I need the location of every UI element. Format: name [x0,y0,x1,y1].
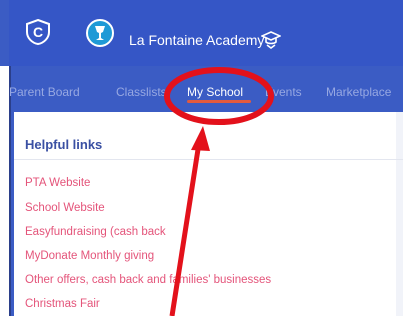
graduation-cap-switch-icon[interactable] [260,29,282,49]
active-tab-indicator [187,100,251,103]
tab-events[interactable]: Events [265,85,302,99]
link-christmas-fair[interactable]: Christmas Fair [25,298,100,310]
tab-parent-board[interactable]: Parent Board [9,85,80,99]
app-window: C La Fontaine Academy Parent Board Class… [0,0,403,316]
tab-my-school[interactable]: My School [187,85,243,99]
link-easyfundraising[interactable]: Easyfundraising (cash back [25,226,166,238]
side-panel-edge [0,66,11,316]
svg-text:C: C [33,24,43,40]
school-name[interactable]: La Fontaine Academy [129,32,264,48]
app-logo-icon[interactable]: C [25,18,51,46]
tab-classlists[interactable]: Classlists [116,85,167,99]
link-other-offers[interactable]: Other offers, cash back and families' bu… [25,274,271,286]
school-avatar-icon[interactable] [86,19,114,47]
link-pta-website[interactable]: PTA Website [25,177,90,189]
link-school-website[interactable]: School Website [25,202,105,214]
panel-divider [14,159,403,160]
app-header: C La Fontaine Academy [9,0,403,66]
link-mydonate[interactable]: MyDonate Monthly giving [25,250,154,262]
tab-marketplace[interactable]: Marketplace [326,85,391,99]
panel-scroll-track [396,112,403,316]
panel-title: Helpful links [25,137,103,152]
